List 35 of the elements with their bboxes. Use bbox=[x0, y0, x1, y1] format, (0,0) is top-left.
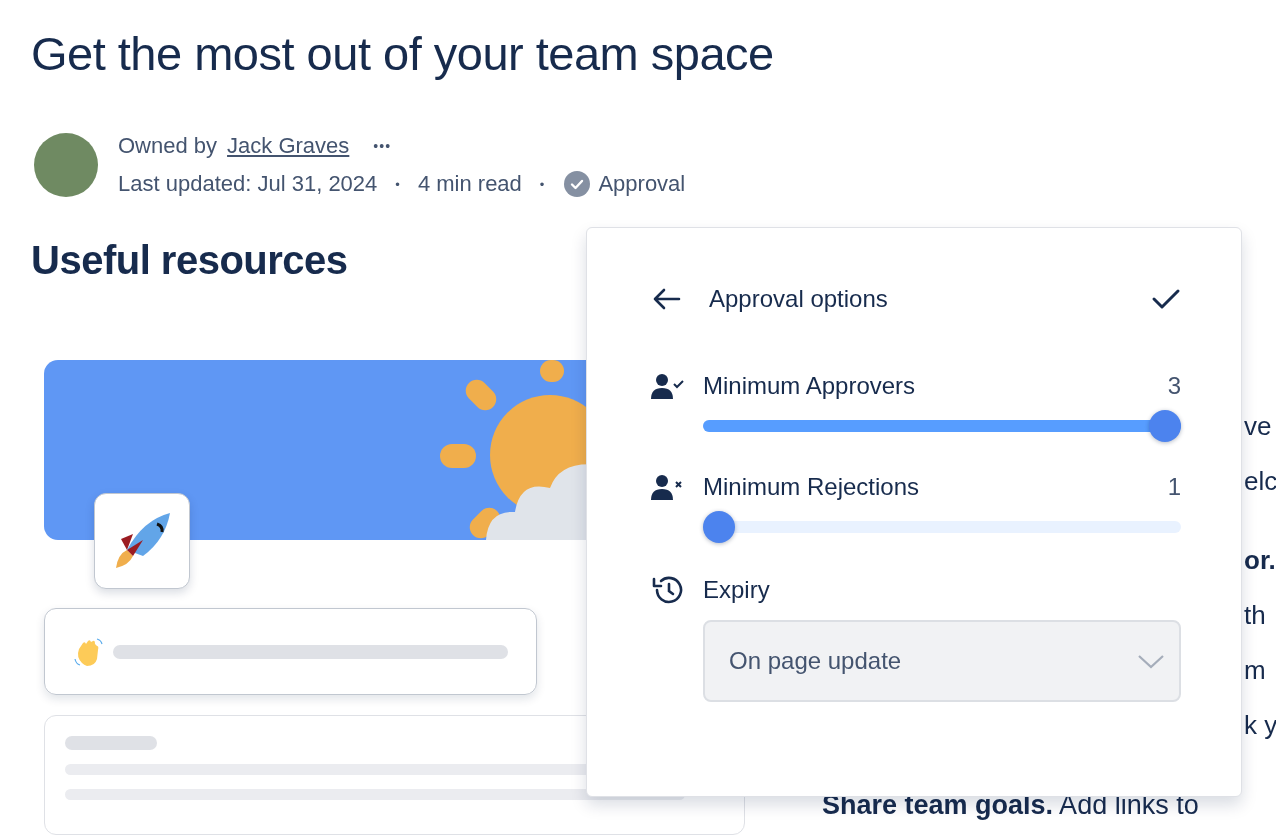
separator-dot: • bbox=[395, 176, 400, 192]
last-updated: Last updated: Jul 31, 2024 bbox=[118, 171, 378, 197]
back-arrow-icon[interactable] bbox=[651, 287, 681, 311]
slider-thumb[interactable] bbox=[703, 511, 735, 543]
slider-label: Minimum Approvers bbox=[703, 372, 917, 400]
approval-status[interactable]: Approval bbox=[598, 171, 686, 197]
slider-value: 3 bbox=[1167, 372, 1181, 400]
rocket-icon bbox=[113, 512, 171, 570]
paragraph-fragment: th bbox=[1244, 599, 1267, 632]
slider[interactable] bbox=[703, 410, 1181, 442]
person-check-icon bbox=[651, 372, 685, 400]
slider-value: 1 bbox=[1167, 473, 1181, 501]
confirm-check-icon[interactable] bbox=[1151, 287, 1181, 311]
waving-hand-icon bbox=[73, 636, 103, 667]
owner-link[interactable]: Jack Graves bbox=[227, 133, 350, 159]
section-heading: Useful resources bbox=[31, 237, 349, 284]
history-icon bbox=[651, 574, 685, 606]
page-title: Get the most out of your team space bbox=[31, 26, 775, 82]
paragraph-fragment: ve bbox=[1244, 410, 1273, 443]
more-button[interactable]: ••• bbox=[373, 138, 392, 154]
read-time: 4 min read bbox=[417, 171, 522, 197]
expiry-dropdown[interactable]: On page update bbox=[703, 620, 1181, 702]
slider-label: Minimum Rejections bbox=[703, 473, 921, 501]
slider-thumb[interactable] bbox=[1149, 410, 1181, 442]
expiry-label: Expiry bbox=[703, 576, 771, 604]
owned-by-label: Owned by bbox=[118, 133, 218, 159]
paragraph-fragment: m bbox=[1244, 654, 1267, 687]
check-circle-icon bbox=[564, 171, 591, 197]
paragraph-fragment: elc bbox=[1244, 465, 1276, 498]
slider[interactable] bbox=[703, 511, 1181, 543]
separator-dot: • bbox=[539, 176, 545, 192]
popover-title: Approval options bbox=[709, 285, 889, 313]
paragraph-fragment: or. bbox=[1244, 544, 1276, 577]
chevron-down-icon bbox=[1137, 653, 1165, 669]
person-x-icon bbox=[651, 473, 685, 501]
